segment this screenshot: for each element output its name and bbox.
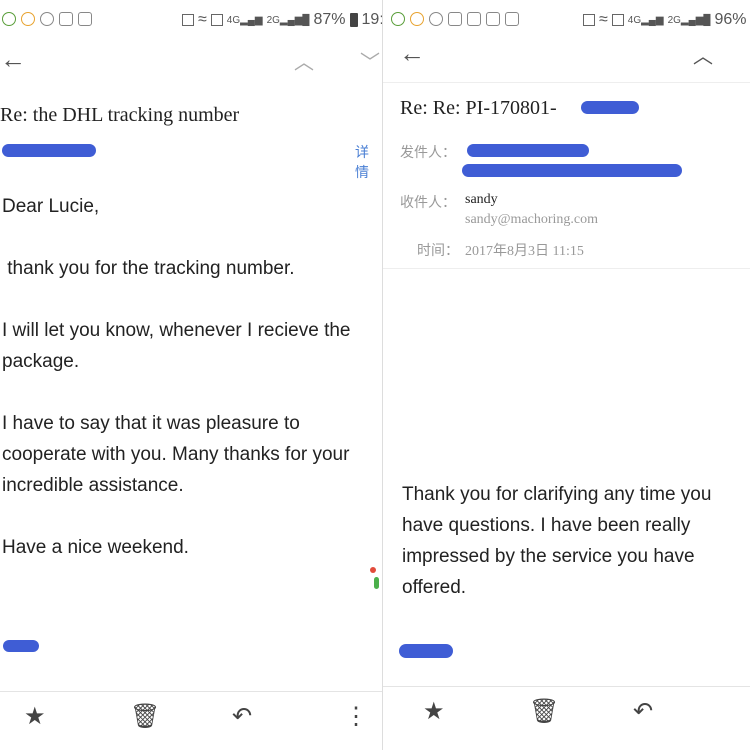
- notification-icons: [0, 12, 92, 26]
- arrow-back-icon[interactable]: ←: [399, 38, 425, 69]
- signal-4g-icon: 4G▂▄▆: [226, 14, 263, 26]
- app-notification-icon: [59, 12, 73, 26]
- battery-percent: 87%: [313, 11, 346, 28]
- redacted-sender: [2, 144, 96, 157]
- app-notification-icon: [486, 12, 500, 26]
- email-body: Dear Lucie, thank you for the tracking n…: [2, 191, 382, 563]
- email-body: Thank you for clarifying any time you ha…: [402, 484, 712, 598]
- redacted-subject-part: [581, 101, 639, 114]
- delete-icon[interactable]: 🗑: [529, 697, 559, 726]
- time-label: 时间：: [417, 244, 459, 259]
- bottom-action-bar: ★ 🗑 ↶ ⋮: [383, 686, 750, 750]
- chevron-down-icon[interactable]: ﹀: [360, 46, 380, 75]
- chevron-up-icon[interactable]: ︿: [294, 46, 314, 75]
- more-icon[interactable]: ⋮: [344, 702, 368, 731]
- star-icon[interactable]: ★: [423, 697, 445, 726]
- body-paragraph: Dear Lucie,: [2, 196, 100, 217]
- right-email-screen: ≈ 4G▂▄▆ 2G▂▄▆█ 96% ← ︿ Re: Re: PI-170801…: [382, 0, 750, 750]
- emoji-notification-icon: [410, 12, 424, 26]
- reply-icon[interactable]: ↶: [633, 697, 653, 726]
- app-notification-icon: [467, 12, 481, 26]
- status-right: ≈ 4G▂▄▆ 2G▂▄▆█ 96%: [583, 11, 750, 29]
- to-name: sandy: [465, 192, 498, 207]
- clock: 19:1: [361, 11, 382, 28]
- sim-icon: [611, 14, 624, 26]
- left-email-screen: ≈ 4G▂▄▆ 2G▂▄▆█ 87% 19:1 ← ︿ ﹀ Re: the DH…: [0, 0, 382, 750]
- app-bar: ← ︿: [383, 38, 750, 86]
- details-link[interactable]: 详情: [355, 142, 382, 182]
- star-icon[interactable]: ★: [24, 702, 46, 731]
- battery-percent: 96%: [714, 11, 747, 28]
- divider: [383, 82, 750, 83]
- reply-icon[interactable]: ↶: [232, 702, 252, 731]
- body-paragraph: I have to say that it was pleasure to co…: [2, 413, 350, 496]
- redacted-from: [467, 144, 589, 157]
- status-bar: ≈ 4G▂▄▆ 2G▂▄▆█ 96%: [383, 0, 750, 38]
- app-notification-icon: [429, 12, 443, 26]
- email-subject: Re: Re: PI-170801-: [400, 97, 557, 119]
- chevron-up-icon[interactable]: ︿: [693, 40, 713, 69]
- sim-icon: [210, 14, 223, 26]
- signal-4g-icon: 4G▂▄▆: [627, 14, 664, 26]
- app-notification-icon: [78, 12, 92, 26]
- wifi-icon: ≈: [198, 11, 207, 28]
- status-right: ≈ 4G▂▄▆ 2G▂▄▆█ 87% 19:1: [182, 11, 382, 29]
- app-notification-icon: [2, 12, 16, 26]
- nfc-icon: [182, 14, 194, 26]
- app-bar: ← ︿ ﹀: [0, 38, 382, 86]
- more-icon[interactable]: ⋮: [741, 697, 750, 726]
- emoji-notification-icon: [21, 12, 35, 26]
- notification-icons: [383, 12, 519, 26]
- google-dot-icon: [370, 567, 376, 573]
- battery-icon: [349, 13, 358, 27]
- body-paragraph: thank you for the tracking number.: [2, 258, 295, 279]
- redacted-from-email: [462, 164, 682, 177]
- signal-2g-icon: 2G▂▄▆█: [266, 14, 310, 26]
- nfc-icon: [583, 14, 595, 26]
- to-label: 收件人：: [400, 196, 456, 211]
- redacted-signature: [399, 644, 453, 658]
- wifi-icon: ≈: [599, 11, 608, 28]
- from-label: 发件人：: [400, 146, 456, 161]
- email-subject: Re: the DHL tracking number: [0, 104, 240, 126]
- divider: [383, 268, 750, 269]
- arrow-back-icon[interactable]: ←: [0, 44, 26, 75]
- bottom-action-bar: ★ 🗑 ↶ ⋮: [0, 691, 382, 750]
- time-value: 2017年8月3日 11:15: [465, 244, 584, 259]
- body-paragraph: Have a nice weekend.: [2, 537, 189, 558]
- redacted-signature: [3, 640, 39, 652]
- app-notification-icon: [391, 12, 405, 26]
- to-email: sandy@machoring.com: [465, 212, 599, 227]
- body-paragraph: I will let you know, whenever I recieve …: [2, 320, 351, 372]
- app-notification-icon: [40, 12, 54, 26]
- delete-icon[interactable]: 🗑: [130, 702, 160, 731]
- app-notification-icon: [505, 12, 519, 26]
- app-notification-icon: [448, 12, 462, 26]
- status-bar: ≈ 4G▂▄▆ 2G▂▄▆█ 87% 19:1: [0, 0, 382, 38]
- google-dot-icon: [374, 577, 379, 589]
- signal-2g-icon: 2G▂▄▆█: [667, 14, 711, 26]
